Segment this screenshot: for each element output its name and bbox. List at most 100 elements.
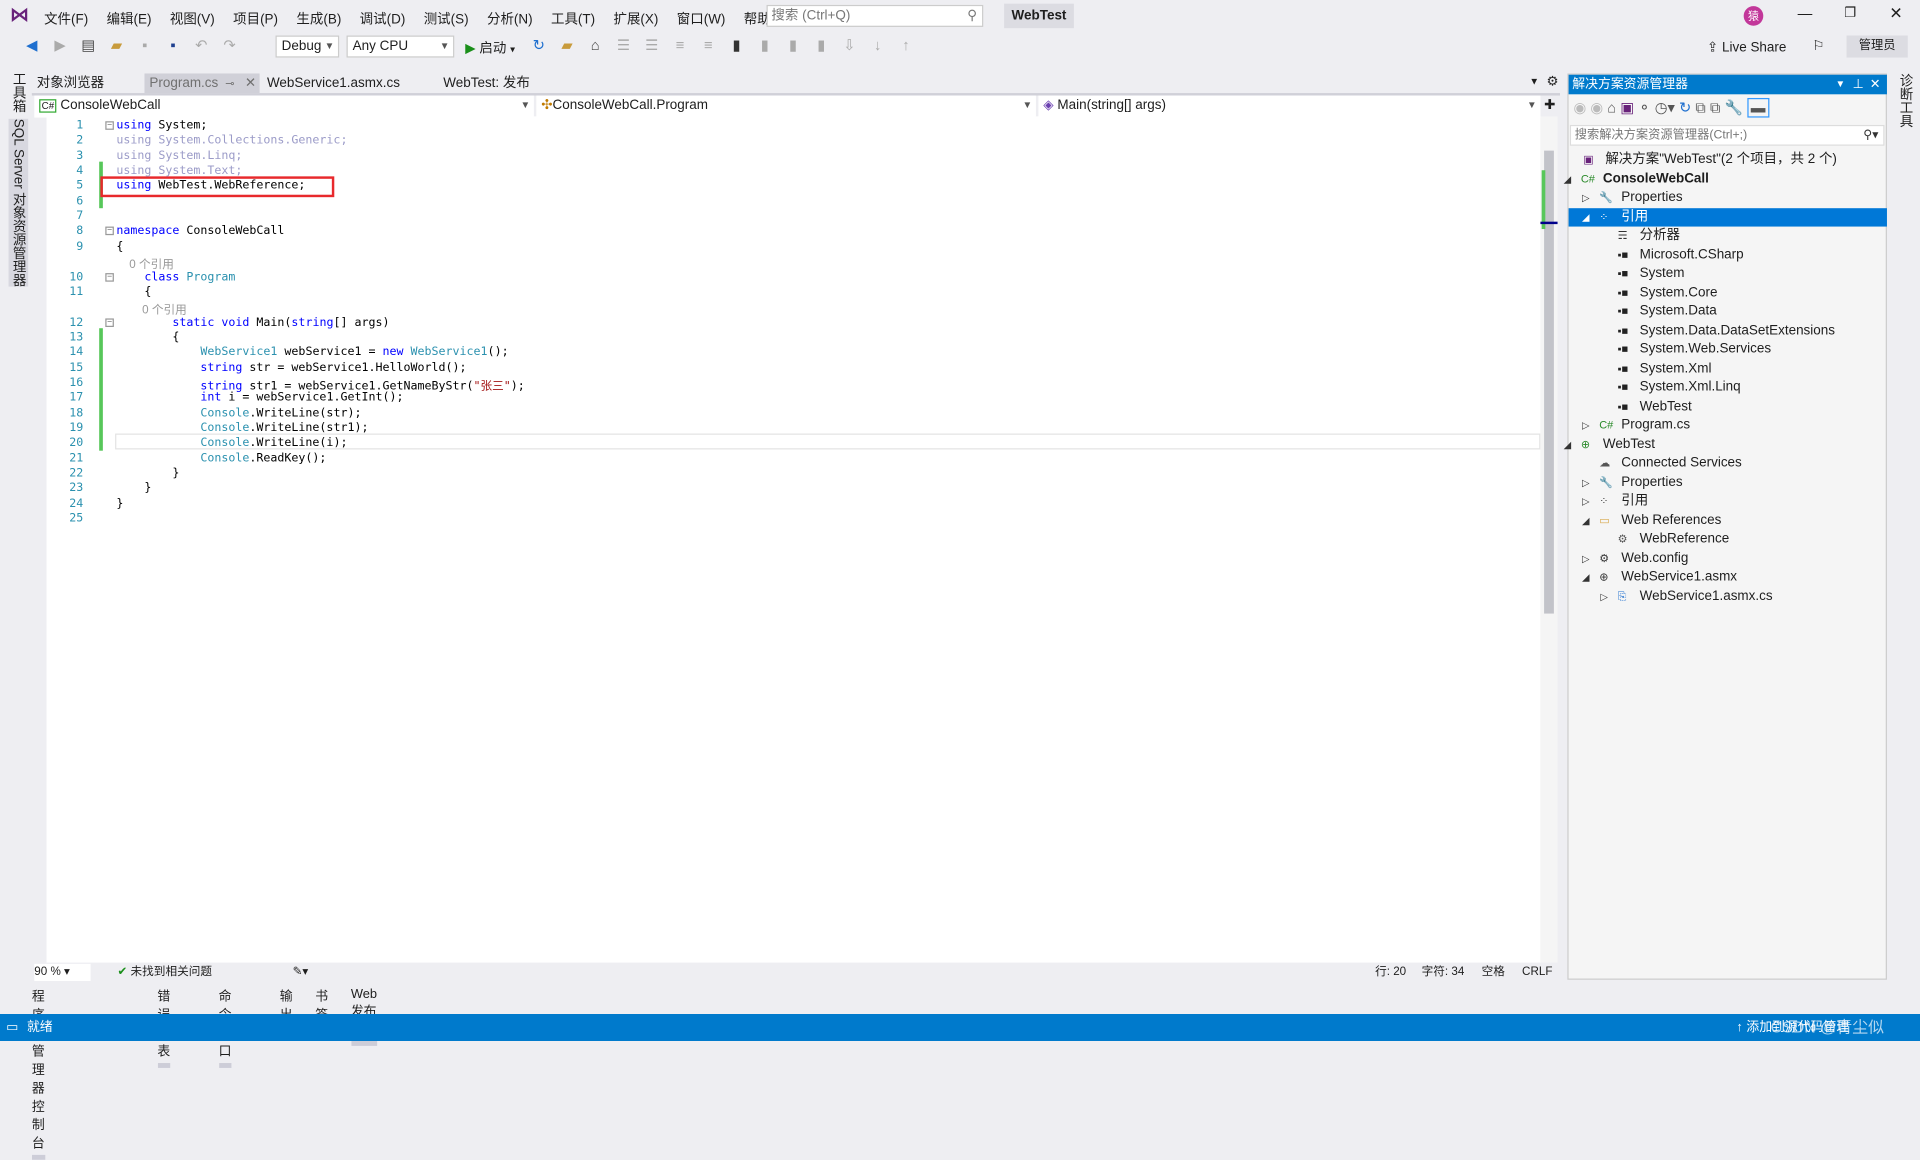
code-line[interactable]: Console.ReadKey();: [116, 452, 326, 465]
code-line[interactable]: {: [116, 240, 123, 253]
scrollbar-thumb[interactable]: [1544, 150, 1554, 614]
code-editor[interactable]: 1 using System; 2 using System.Collections.…: [46, 116, 1541, 963]
toolbox-tab[interactable]: 工具箱: [9, 72, 29, 112]
feedback-icon[interactable]: ⚐: [1812, 38, 1824, 54]
code-line[interactable]: class Program: [116, 270, 235, 283]
expanded-arrow-icon[interactable]: ◢: [1564, 435, 1572, 453]
code-line[interactable]: static void Main(string[] args): [116, 315, 389, 328]
close-icon[interactable]: ✕: [245, 73, 256, 93]
collapsed-arrow-icon[interactable]: ▷: [1600, 587, 1608, 605]
code-line[interactable]: Console.WriteLine(str1);: [116, 421, 368, 434]
collapsed-arrow-icon[interactable]: ▷: [1582, 549, 1590, 567]
menu-item[interactable]: 工具(T): [551, 9, 595, 29]
outdent-icon[interactable]: ☰: [643, 37, 660, 54]
menu-item[interactable]: 视图(V): [170, 9, 215, 29]
close-button[interactable]: ✕: [1889, 4, 1902, 24]
clear-bookmarks-icon[interactable]: ▮: [813, 37, 830, 54]
tab-webservice1-asmx-cs[interactable]: WebService1.asmx.cs: [262, 73, 405, 93]
collapse-toggle[interactable]: −: [105, 121, 114, 130]
code-line[interactable]: namespace ConsoleWebCall: [116, 225, 284, 238]
avatar[interactable]: 猿: [1743, 6, 1764, 26]
dropdown-icon[interactable]: ▼: [1836, 75, 1846, 95]
prev-bookmark-icon[interactable]: ▮: [756, 37, 773, 54]
code-line[interactable]: using System.Linq;: [116, 149, 242, 162]
start-button[interactable]: ▶ 启动 ▾: [465, 38, 515, 58]
menu-item[interactable]: 编辑(E): [107, 9, 152, 29]
tree-item[interactable]: ◢ ⁘ 引用: [1568, 207, 1887, 226]
menu-item[interactable]: 测试(S): [424, 9, 469, 29]
save-icon[interactable]: ▪: [136, 37, 153, 54]
code-line[interactable]: }: [116, 482, 151, 495]
code-line[interactable]: WebService1 webService1 = new WebService…: [116, 346, 508, 359]
tree-item[interactable]: ▷ ⎘ WebService1.asmx.cs: [1569, 587, 1887, 605]
preview-icon[interactable]: ▬: [1747, 97, 1770, 118]
collapsed-arrow-icon[interactable]: ▷: [1582, 189, 1590, 207]
back-icon[interactable]: ◀: [23, 37, 40, 54]
tree-item[interactable]: ▪■ Microsoft.CSharp: [1569, 246, 1887, 264]
issues-indicator[interactable]: ✔ 未找到相关问题: [118, 964, 212, 981]
code-line[interactable]: int i = webService1.GetInt();: [116, 391, 403, 404]
restore-button[interactable]: ❐: [1844, 5, 1856, 21]
menu-item[interactable]: 扩展(X): [613, 9, 658, 29]
platform-dropdown[interactable]: Any CPU ▼: [346, 35, 455, 58]
pending-changes-icon[interactable]: ⚬: [1638, 99, 1650, 116]
open-icon[interactable]: ▰: [108, 37, 125, 54]
pin-icon[interactable]: ⊸: [225, 73, 234, 93]
collapse-toggle[interactable]: −: [105, 227, 114, 236]
tree-item[interactable]: ▷ ⚙ Web.config: [1569, 549, 1887, 567]
forward-icon[interactable]: ▶: [52, 37, 69, 54]
switch-views-icon[interactable]: ▣: [1620, 99, 1634, 116]
step-into-icon[interactable]: ↓: [869, 37, 886, 54]
expanded-arrow-icon[interactable]: ◢: [1582, 511, 1590, 529]
minimize-button[interactable]: —: [1798, 5, 1813, 22]
show-all-files-icon[interactable]: ⧉: [1710, 99, 1721, 116]
code-line[interactable]: Console.WriteLine(str);: [116, 406, 361, 419]
expanded-arrow-icon[interactable]: ◢: [1564, 170, 1572, 188]
solution-search-input[interactable]: 搜索解决方案资源管理器(Ctrl+;) ⚲▾: [1569, 124, 1885, 146]
tree-item[interactable]: ▪■ System: [1569, 265, 1887, 283]
collapse-toggle[interactable]: −: [105, 272, 114, 282]
comment-icon[interactable]: ≡: [671, 37, 688, 54]
forward-icon[interactable]: ◉: [1590, 99, 1603, 116]
zoom-dropdown[interactable]: 90 % ▾: [34, 963, 91, 981]
tab-overflow-icon[interactable]: ▼: [1529, 76, 1539, 87]
expanded-arrow-icon[interactable]: ◢: [1582, 208, 1590, 226]
indent-icon[interactable]: ☰: [615, 37, 632, 54]
menu-item[interactable]: 项目(P): [233, 9, 278, 29]
code-line[interactable]: {: [116, 285, 151, 298]
menu-item[interactable]: 调试(D): [360, 9, 406, 29]
code-line[interactable]: string str = webService1.HelloWorld();: [116, 361, 466, 374]
uncomment-icon[interactable]: ≡: [700, 37, 717, 54]
back-icon[interactable]: ◉: [1573, 99, 1586, 116]
code-cleanup-icon[interactable]: ✎▾: [293, 964, 309, 981]
tree-item[interactable]: ▷ C# Program.cs: [1569, 416, 1887, 434]
diagnostic-tools-tab[interactable]: 诊断工具: [1896, 73, 1916, 127]
sql-server-explorer-tab[interactable]: SQL Server 对象资源管理器: [8, 118, 29, 287]
tree-item[interactable]: ▷ ⁘ 引用: [1569, 492, 1887, 510]
collapsed-arrow-icon[interactable]: ▷: [1582, 492, 1590, 510]
browser-icon[interactable]: ⌂: [587, 37, 604, 54]
code-line[interactable]: }: [116, 467, 179, 480]
refresh-icon[interactable]: ↻: [1679, 99, 1691, 116]
menu-item[interactable]: 窗口(W): [677, 9, 726, 29]
pin-icon[interactable]: ⊥: [1853, 75, 1864, 95]
tree-item[interactable]: ▪■ System.Xml: [1569, 359, 1887, 377]
code-line[interactable]: using System;: [116, 119, 207, 132]
tab-webtest-publish[interactable]: WebTest: 发布: [438, 73, 534, 93]
tab-program-cs[interactable]: Program.cs ⊸ ✕: [144, 73, 260, 94]
tree-item[interactable]: ▪■ System.Xml.Linq: [1569, 378, 1887, 396]
save-all-icon[interactable]: ▪: [164, 37, 181, 54]
live-share-button[interactable]: ⇪ Live Share: [1707, 39, 1786, 55]
bookmark-icon[interactable]: ▮: [728, 37, 745, 54]
tree-item[interactable]: ◢ C# ConsoleWebCall: [1564, 170, 1887, 188]
find-in-files-icon[interactable]: ▰: [558, 37, 575, 54]
collapsed-arrow-icon[interactable]: ▷: [1582, 473, 1590, 491]
config-dropdown[interactable]: Debug ▼: [275, 35, 340, 58]
settings-icon[interactable]: ⚙: [1547, 73, 1559, 90]
expanded-arrow-icon[interactable]: ◢: [1582, 568, 1590, 586]
close-icon[interactable]: ✕: [1870, 75, 1881, 95]
code-line[interactable]: Console.WriteLine(i);: [116, 436, 347, 449]
tree-item[interactable]: ▪■ System.Data: [1569, 303, 1887, 321]
undo-icon[interactable]: ↶: [193, 37, 210, 54]
home-icon[interactable]: ⌂: [1607, 99, 1616, 116]
